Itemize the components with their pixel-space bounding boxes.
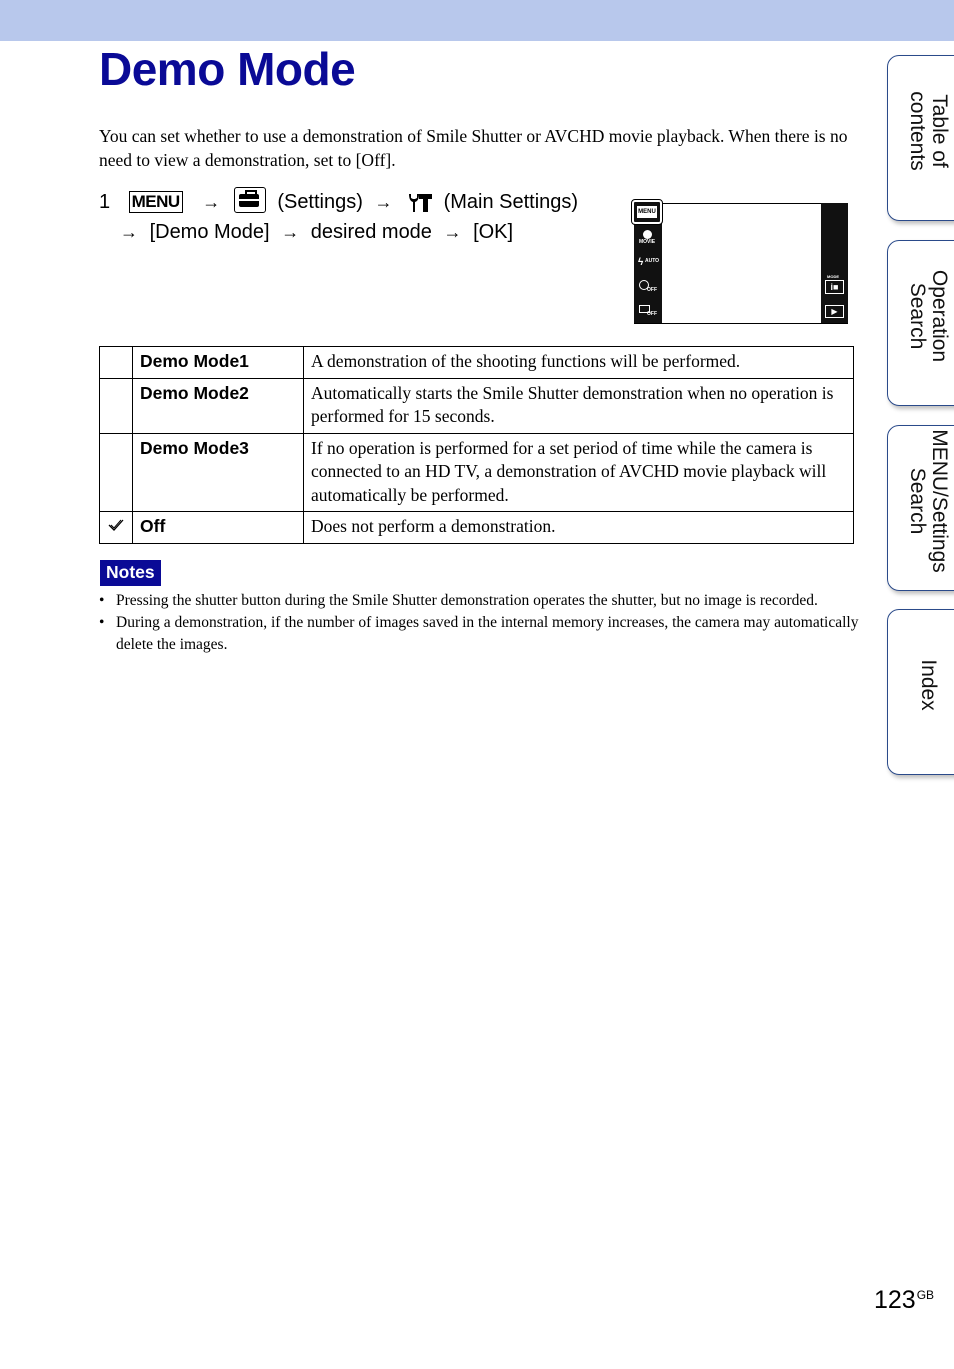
desired-mode-label: desired mode <box>310 221 432 243</box>
playback-icon: ▶ <box>825 305 844 318</box>
self-timer-off-label: OFF <box>647 287 657 293</box>
mode-name: Demo Mode1 <box>132 346 304 379</box>
mode-intelligent-auto-icon: i■ <box>825 280 844 294</box>
bullet-icon: • <box>99 614 105 631</box>
settings-label: (Settings) <box>277 191 363 213</box>
lcd-menu-button: MENU <box>631 199 663 225</box>
default-check-cell <box>99 346 133 379</box>
movie-icon-label: MOVIE <box>639 239 656 245</box>
flash-auto-icon: ϟ <box>638 257 644 268</box>
arrow-icon: → <box>443 222 462 242</box>
mode-description: Automatically starts the Smile Shutter d… <box>303 377 854 434</box>
mode-description: A demonstration of the shooting function… <box>303 346 854 379</box>
arrow-icon: → <box>374 192 393 212</box>
ok-label: [OK] <box>473 221 514 243</box>
notes-list: • Pressing the shutter button during the … <box>99 590 859 656</box>
header-bar <box>0 0 954 41</box>
demo-mode-table: Demo Mode1 A demonstration of the shooti… <box>99 346 854 544</box>
lcd-screen <box>634 203 848 324</box>
arrow-icon: → <box>202 192 221 212</box>
main-settings-label: (Main Settings) <box>443 191 579 213</box>
arrow-icon: → <box>281 222 300 242</box>
note-item: • Pressing the shutter button during the … <box>99 590 859 612</box>
default-setting-check-icon <box>108 519 124 531</box>
demo-mode-label: [Demo Mode] <box>149 221 270 243</box>
tab-menu-settings-search[interactable]: MENU/Settings Search <box>887 425 954 591</box>
mode-description: Does not perform a demonstration. <box>303 511 854 544</box>
page-title: Demo Mode <box>99 43 356 95</box>
page-number: 123GB <box>874 1286 935 1314</box>
mode-name: Off <box>132 511 304 544</box>
default-check-cell <box>99 432 133 512</box>
mode-name: Demo Mode3 <box>132 432 304 512</box>
arrow-icon: → <box>120 222 138 242</box>
note-item: • During a demonstration, if the number o… <box>99 614 859 653</box>
tab-operation-search[interactable]: Operation Search <box>887 240 954 406</box>
main-settings-wrench-icon <box>409 194 433 212</box>
step-number: 1 <box>99 191 111 213</box>
tab-table-of-contents[interactable]: Table of contents <box>887 55 954 221</box>
movie-icon <box>643 230 652 239</box>
default-check-cell <box>99 377 133 434</box>
bullet-icon: • <box>99 592 105 609</box>
step-instructions: 1 MENU → (Settings) → (Main Settings) → … <box>99 187 599 247</box>
menu-icon: MENU <box>128 191 183 213</box>
mode-name: Demo Mode2 <box>132 377 304 434</box>
settings-toolbox-icon <box>233 187 266 213</box>
table-row: Demo Mode2 Automatically starts the Smil… <box>99 377 854 434</box>
intro-paragraph: You can set whether to use a demonstrati… <box>99 126 848 170</box>
flash-auto-label: AUTO <box>645 258 660 264</box>
table-row: Demo Mode1 A demonstration of the shooti… <box>99 346 854 379</box>
default-check-cell <box>99 511 133 544</box>
table-row: Off Does not perform a demonstration. <box>99 511 854 544</box>
mode-description: If no operation is performed for a set p… <box>303 432 854 512</box>
tab-index[interactable]: Index <box>887 609 954 775</box>
mode-label: MODE <box>827 274 839 279</box>
camera-lcd-illustration: MENU MOVIE ϟ AUTO OFF OFF MODE i■ ▶ <box>631 199 848 324</box>
burst-off-label: OFF <box>647 311 657 317</box>
table-row: Demo Mode3 If no operation is performed … <box>99 432 854 512</box>
notes-label: Notes <box>100 560 161 586</box>
